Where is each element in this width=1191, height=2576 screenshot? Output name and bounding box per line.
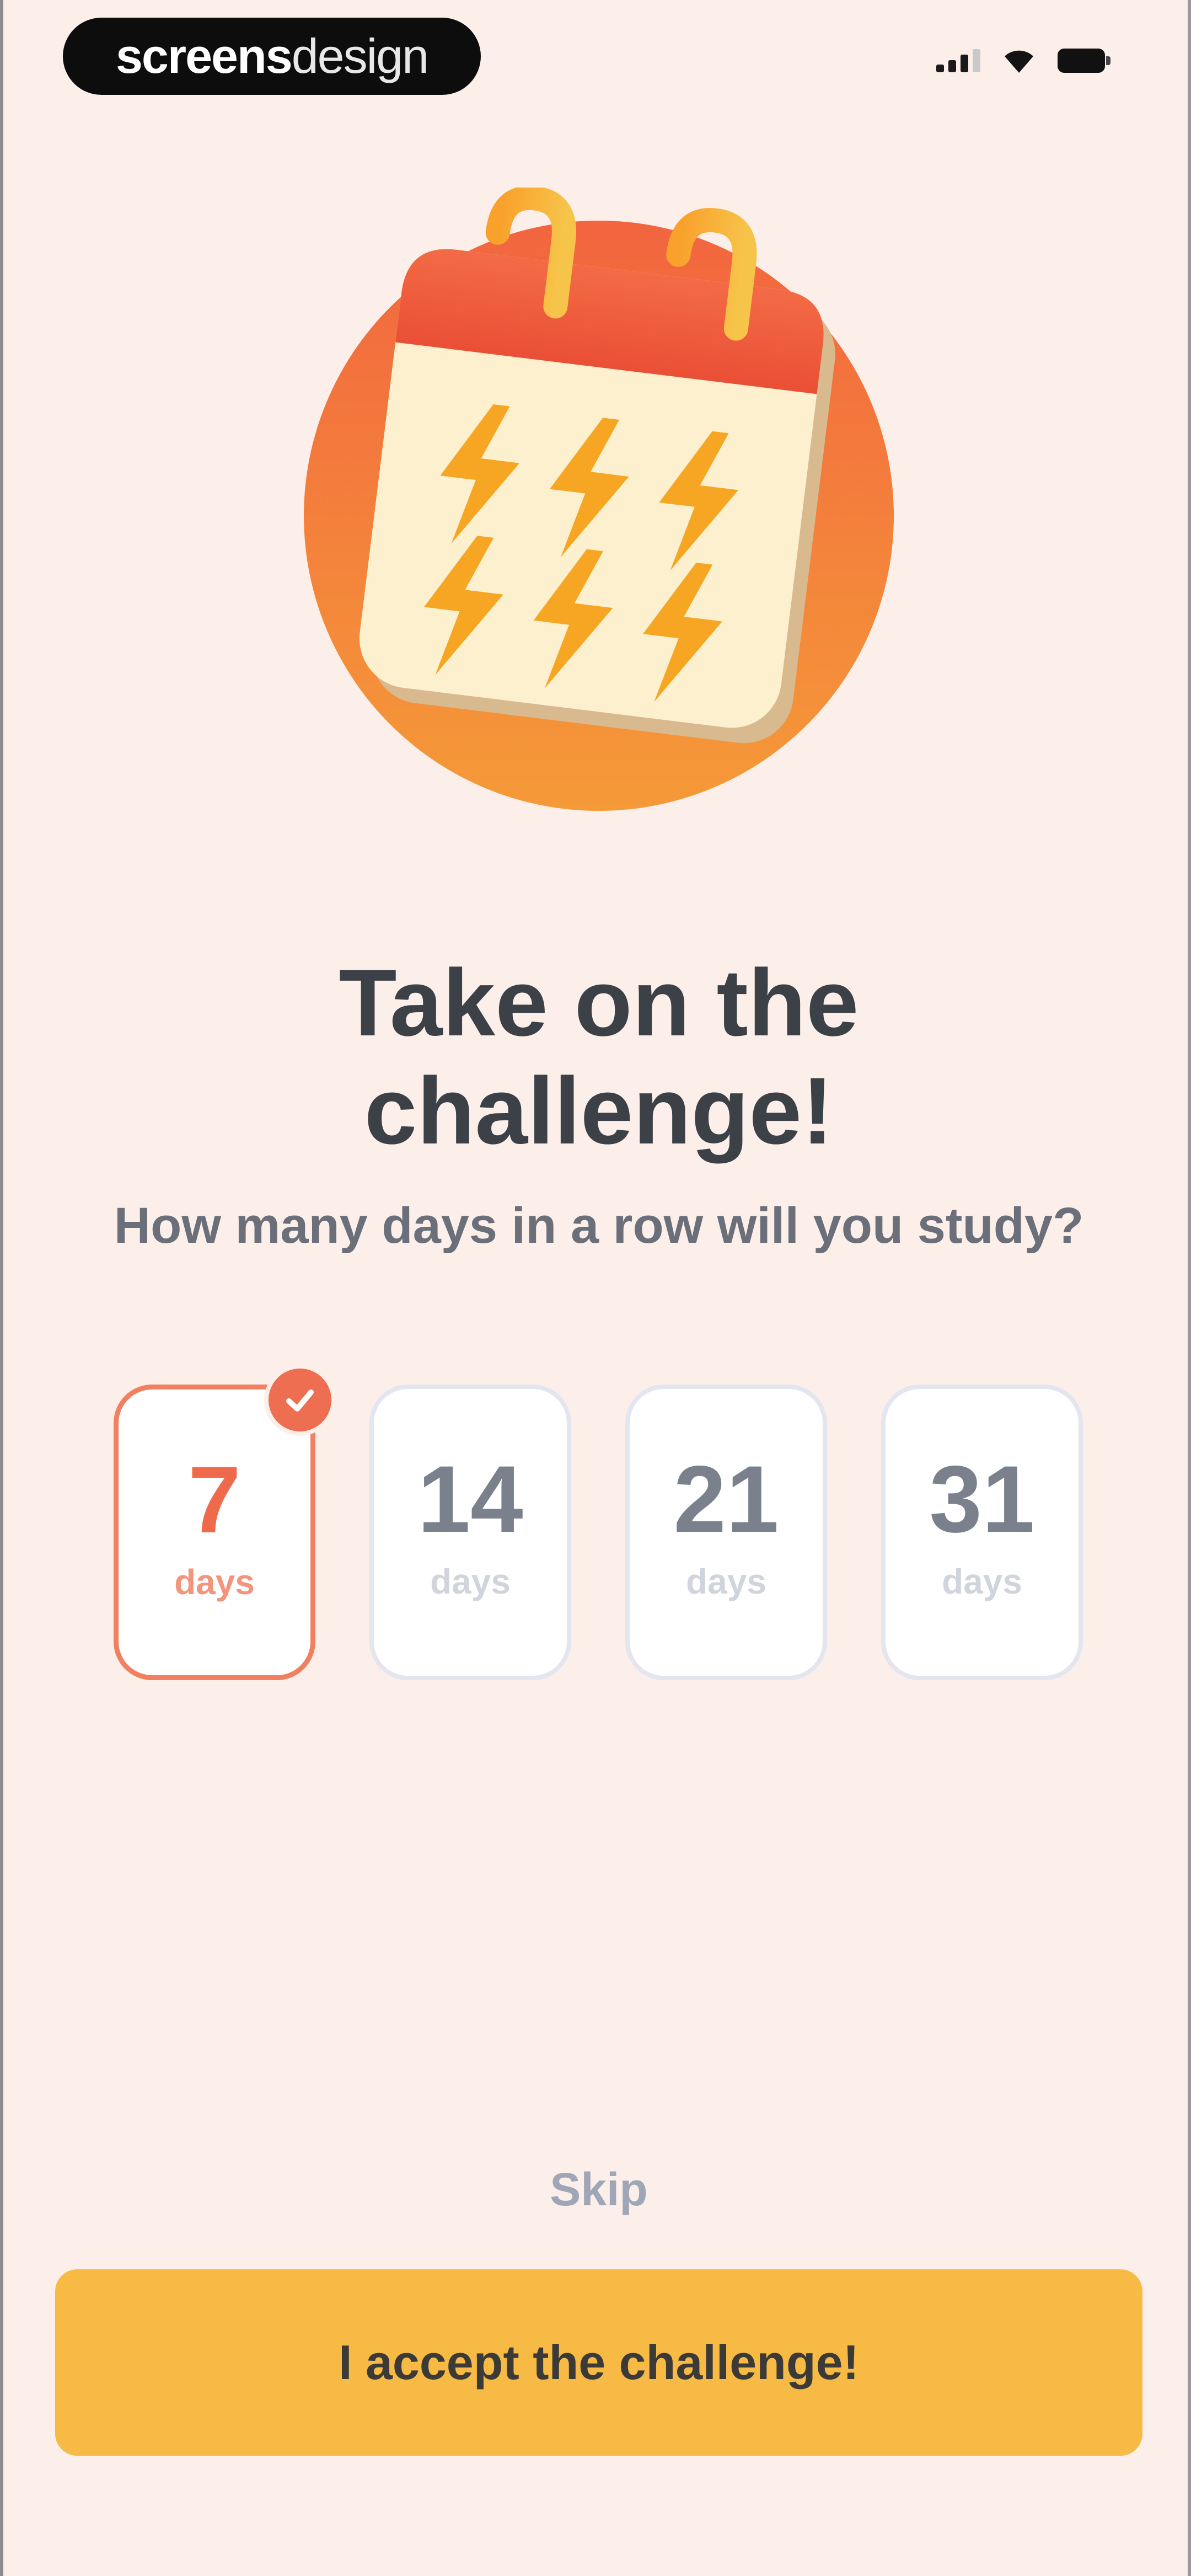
brand-logo-bold: screens xyxy=(115,29,293,83)
option-value: 7 xyxy=(188,1447,241,1553)
phone-frame: screens design Take on the challenge! Ho… xyxy=(0,0,1191,2576)
battery-icon xyxy=(1058,49,1110,73)
accept-challenge-button[interactable]: I accept the challenge! xyxy=(55,2269,1142,2456)
status-icons xyxy=(936,49,1110,73)
option-unit: days xyxy=(942,1562,1022,1601)
option-21-days[interactable]: 21 days xyxy=(625,1385,827,1680)
cellular-signal-icon xyxy=(936,49,980,72)
option-31-days[interactable]: 31 days xyxy=(881,1385,1083,1680)
option-unit: days xyxy=(174,1562,255,1602)
page-title-line-1: Take on the xyxy=(339,950,859,1056)
brand-logo: screens design xyxy=(63,18,481,95)
brand-logo-light: design xyxy=(291,29,429,83)
checkmark-icon xyxy=(264,1364,336,1436)
skip-button[interactable]: Skip xyxy=(3,2162,1191,2217)
option-unit: days xyxy=(686,1562,766,1601)
option-value: 31 xyxy=(929,1446,1035,1552)
wifi-icon xyxy=(1005,50,1033,73)
calendar-lightning-icon xyxy=(304,188,894,811)
option-7-days[interactable]: 7 days xyxy=(114,1364,336,1680)
page-title: Take on the challenge! xyxy=(3,949,1191,1165)
option-value: 14 xyxy=(417,1446,523,1552)
option-value: 21 xyxy=(673,1446,779,1552)
page-title-line-2: challenge! xyxy=(364,1058,834,1164)
option-unit: days xyxy=(430,1562,511,1601)
page-subtitle: How many days in a row will you study? xyxy=(114,1198,1084,1254)
days-option-group: 7 days 14 days 21 days 31 days xyxy=(114,1364,1084,1682)
option-14-days[interactable]: 14 days xyxy=(369,1385,571,1680)
